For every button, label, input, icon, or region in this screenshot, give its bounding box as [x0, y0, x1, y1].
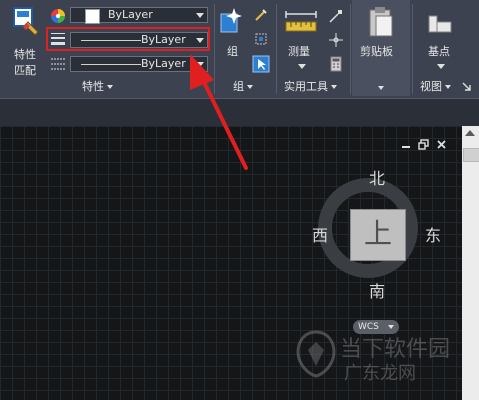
watermark-line-1: 当下软件园: [340, 337, 451, 362]
watermark-logo: [296, 330, 336, 378]
watermark-line-2: 广东龙网: [344, 363, 416, 384]
